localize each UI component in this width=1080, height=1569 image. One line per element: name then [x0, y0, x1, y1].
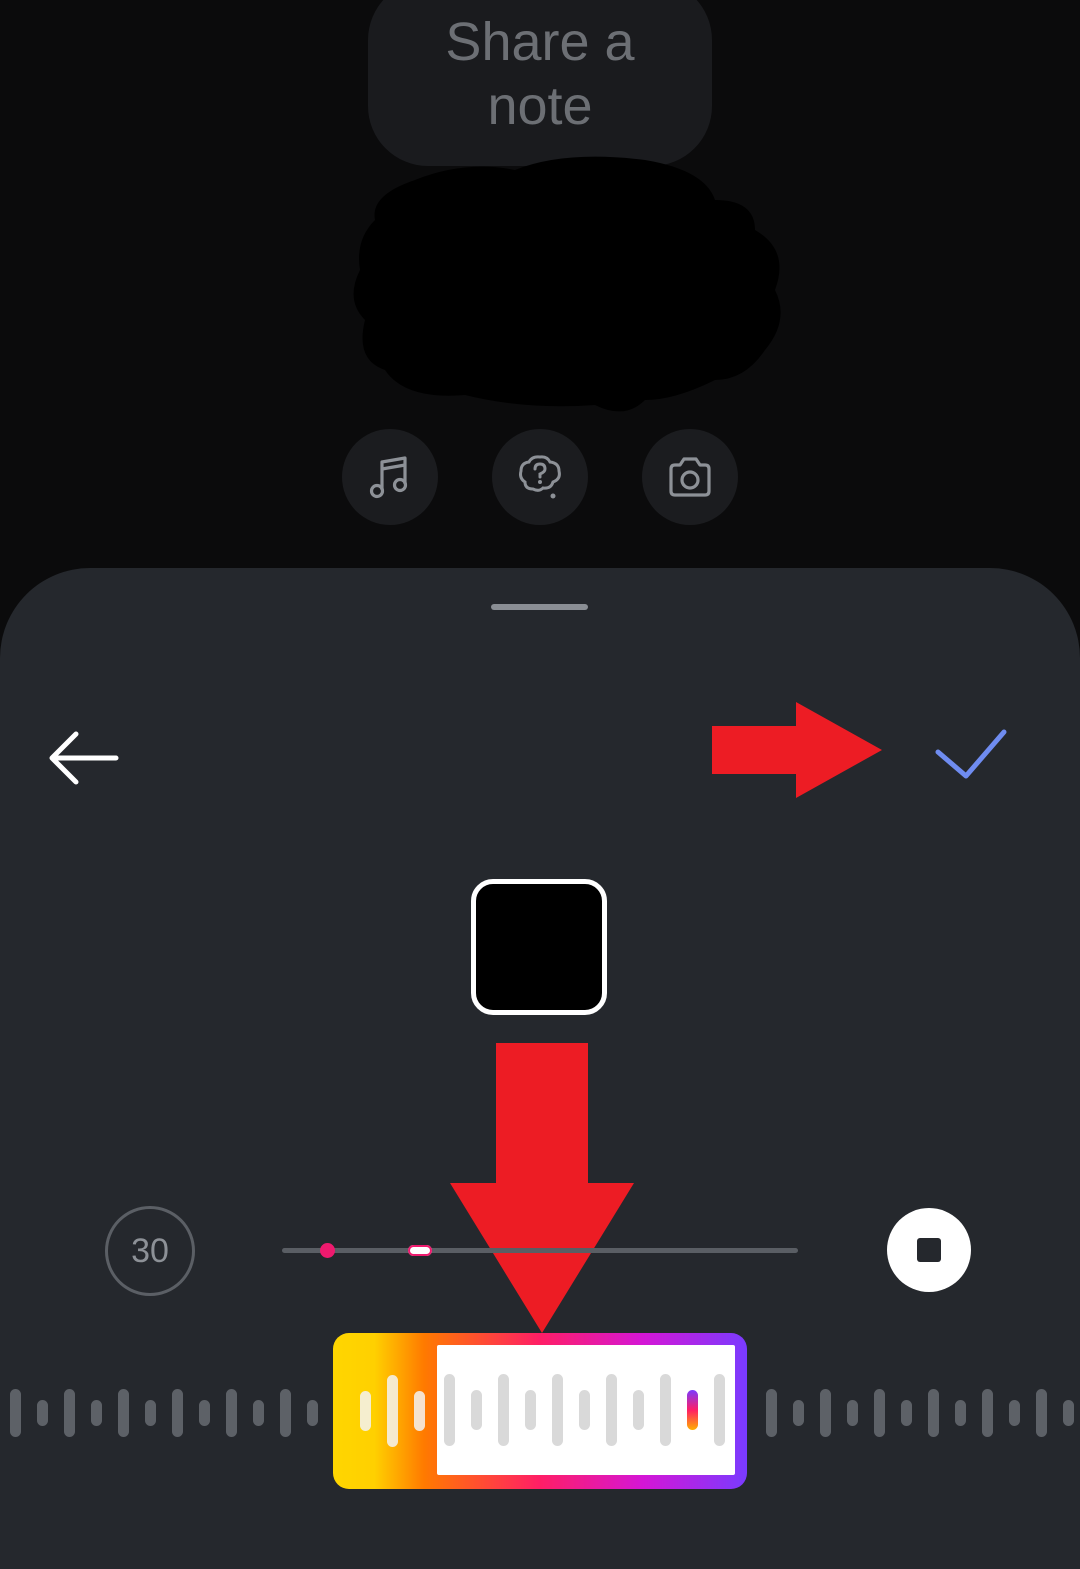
- prompt-button[interactable]: [492, 429, 588, 525]
- clip-duration-button[interactable]: 30: [105, 1206, 195, 1296]
- note-tools: [342, 429, 738, 525]
- clip-start-marker: [320, 1243, 335, 1258]
- clip-selection-frame[interactable]: [333, 1333, 747, 1489]
- waveform-bar: [714, 1374, 725, 1446]
- waveform-bar: [633, 1390, 644, 1430]
- waveform-bar: [226, 1389, 237, 1437]
- waveform-bar: [928, 1389, 939, 1437]
- waveform-bar: [253, 1400, 264, 1426]
- question-bubble-icon: [519, 455, 561, 499]
- waveform-bar: [118, 1389, 129, 1437]
- waveform-bar: [172, 1389, 183, 1437]
- red-annotation-arrow-right: [712, 702, 882, 798]
- checkmark-icon: [935, 729, 1007, 779]
- waveform-bar: [444, 1374, 455, 1446]
- waveform-bar: [955, 1400, 966, 1426]
- waveform-bar: [471, 1390, 482, 1430]
- sheet-drag-handle[interactable]: [491, 604, 588, 610]
- playback-progress-thumb[interactable]: [408, 1245, 432, 1256]
- waveform-bar: [498, 1374, 509, 1446]
- playback-progress-track[interactable]: [282, 1248, 798, 1253]
- waveform-bar: [525, 1390, 536, 1430]
- waveform-bar: [145, 1400, 156, 1426]
- waveform-bar: [199, 1400, 210, 1426]
- share-note-bubble[interactable]: Share a note: [368, 0, 712, 166]
- waveform-bar: [982, 1389, 993, 1437]
- camera-icon: [669, 457, 711, 497]
- album-art: [471, 879, 607, 1015]
- stop-icon: [917, 1238, 941, 1262]
- stop-button[interactable]: [887, 1208, 971, 1292]
- waveform-bar: [793, 1400, 804, 1426]
- waveform-bar: [37, 1400, 48, 1426]
- music-clip-sheet: 30: [0, 568, 1080, 1569]
- waveform-bar: [387, 1375, 398, 1447]
- waveform-bar: [414, 1391, 425, 1431]
- waveform-bar: [280, 1389, 291, 1437]
- music-note-icon: [369, 456, 408, 499]
- waveform-bar: [307, 1400, 318, 1426]
- waveform-bar: [1063, 1400, 1074, 1426]
- waveform-bar: [1009, 1400, 1020, 1426]
- arrow-left-icon: [49, 731, 119, 785]
- waveform-bar: [91, 1400, 102, 1426]
- share-note-text: Share a note: [445, 12, 635, 136]
- waveform-bar: [847, 1400, 858, 1426]
- red-annotation-arrow-down: [450, 1043, 634, 1333]
- waveform-bar: [901, 1400, 912, 1426]
- waveform-bar: [64, 1389, 75, 1437]
- back-button[interactable]: [46, 728, 122, 788]
- clip-duration-value: 30: [131, 1231, 169, 1270]
- clip-selection-window: [437, 1345, 735, 1475]
- done-button[interactable]: [932, 726, 1010, 784]
- waveform-bar: [360, 1391, 371, 1431]
- music-button[interactable]: [342, 429, 438, 525]
- notes-composer-background: Share a note: [0, 0, 1080, 570]
- waveform-bar: [579, 1390, 590, 1430]
- waveform-bar: [766, 1389, 777, 1437]
- waveform-bar: [10, 1389, 21, 1437]
- playhead-marker: [687, 1390, 698, 1430]
- waveform-bar: [552, 1374, 563, 1446]
- waveform-bar: [660, 1374, 671, 1446]
- waveform-bar: [820, 1389, 831, 1437]
- waveform-bar: [1036, 1389, 1047, 1437]
- waveform-bar: [874, 1389, 885, 1437]
- redacted-avatar: [353, 156, 781, 412]
- waveform-bar: [606, 1374, 617, 1446]
- camera-button[interactable]: [642, 429, 738, 525]
